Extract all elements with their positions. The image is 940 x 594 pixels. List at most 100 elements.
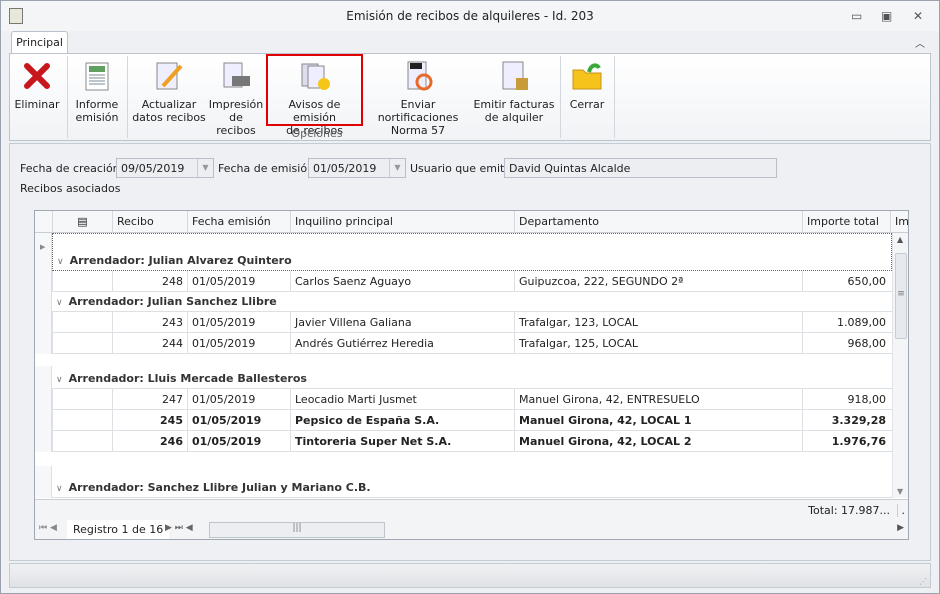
eliminar-button[interactable]: Eliminar <box>14 58 60 111</box>
row-indicator[interactable] <box>35 389 52 410</box>
row-indicator[interactable] <box>35 466 52 498</box>
label: datos recibos <box>132 111 206 124</box>
row-indicator[interactable] <box>35 431 52 452</box>
column-importe-total[interactable]: Importe total <box>802 211 890 233</box>
informe-emision-button[interactable]: Informe emisión <box>72 58 122 124</box>
row-indicator[interactable] <box>35 333 52 354</box>
scroll-right-icon[interactable]: ▶ <box>897 523 904 533</box>
usuario-label: Usuario que emite: <box>410 162 515 175</box>
collapse-ribbon-icon[interactable]: ︿ <box>915 35 925 50</box>
table-row[interactable]: 245 01/05/2019 Pepsico de España S.A. Manue… <box>35 410 892 431</box>
cell-inquilino: Tintoreria Super Net S.A. <box>290 431 514 452</box>
emitir-facturas-button[interactable]: Emitir facturas de alquiler <box>473 58 555 124</box>
group-row[interactable]: ∨ Arrendador: Julian Alvarez Quintero <box>52 233 892 271</box>
next-last-record-icons[interactable]: ▶ ⏭ ◀ <box>165 523 193 533</box>
cell-inquilino: Pepsico de España S.A. <box>290 410 514 431</box>
avisos-emision-button[interactable]: Avisos de emisión de recibos <box>266 54 363 137</box>
first-prev-record-icons[interactable]: ⏮ ◀ <box>39 523 57 533</box>
chevron-down-icon[interactable]: ∨ <box>56 298 63 308</box>
close-button[interactable]: ✕ <box>913 9 923 23</box>
dropdown-arrow-icon[interactable]: ▼ <box>389 159 405 177</box>
resize-grip-icon[interactable]: ⋰ <box>919 577 927 586</box>
column-icon-header[interactable]: ▤ <box>52 211 112 233</box>
cell-recibo: 244 <box>112 333 187 354</box>
row-indicator[interactable] <box>35 312 52 333</box>
table-row[interactable]: 244 01/05/2019 Andrés Gutiérrez Heredia Tra… <box>35 333 892 354</box>
total-summary: Total: 17.987... <box>808 504 890 517</box>
status-bar: ⋰ <box>9 563 931 588</box>
column-recibo[interactable]: Recibo <box>112 211 187 233</box>
cell-fecha: 01/05/2019 <box>187 431 290 452</box>
group-label-opciones: Opciones <box>291 127 343 140</box>
group-row[interactable]: ∨ Arrendador: Sanchez Llibre Julian y Mar… <box>52 466 892 498</box>
row-indicator[interactable] <box>35 289 52 312</box>
actualizar-datos-button[interactable]: Actualizar datos recibos <box>132 58 206 124</box>
dropdown-arrow-icon[interactable]: ▼ <box>197 159 213 177</box>
cell-recibo: 246 <box>112 431 187 452</box>
tab-principal[interactable]: Principal <box>11 31 68 54</box>
column-fecha-emision[interactable]: Fecha emisión <box>187 211 290 233</box>
recibos-grid[interactable]: ▤ Recibo Fecha emisión Inquilino princip… <box>34 210 909 540</box>
table-row[interactable]: 247 01/05/2019 Leocadio Marti Jusmet Manuel… <box>35 389 892 410</box>
label: emisión <box>75 111 119 124</box>
cell-recibo: 245 <box>112 410 187 431</box>
delete-x-icon <box>21 60 53 92</box>
cell <box>52 410 112 431</box>
cell-fecha: 01/05/2019 <box>187 389 290 410</box>
record-navigator: ⏮ ◀ Registro 1 de 16 ▶ ⏭ ◀ ||| ▶ <box>35 520 908 539</box>
usuario-field[interactable]: David Quintas Alcalde <box>504 158 777 178</box>
restore-button[interactable]: ▣ <box>881 9 892 23</box>
table-row[interactable]: 246 01/05/2019 Tintoreria Super Net S.A. Ma… <box>35 431 892 452</box>
fecha-creacion-label: Fecha de creación: <box>20 162 124 175</box>
cell <box>52 312 112 333</box>
alert-documents-icon <box>299 60 331 92</box>
cell-importe: 1.976,76 <box>802 431 890 452</box>
fecha-emision-label: Fecha de emisión: <box>218 162 318 175</box>
cell-depto: Trafalgar, 125, LOCAL <box>514 333 802 354</box>
enviar-notificaciones-button[interactable]: Enviar nortificaciones Norma 57 <box>365 58 471 137</box>
row-indicator[interactable]: ▶ <box>35 233 52 271</box>
group-row[interactable]: ∨ Arrendador: Lluis Mercade Ballesteros <box>52 366 892 389</box>
table-row[interactable]: 243 01/05/2019 Javier Villena Galiana Trafa… <box>35 312 892 333</box>
fecha-emision-field[interactable]: 01/05/2019 ▼ <box>308 158 406 178</box>
cell-inquilino: Andrés Gutiérrez Heredia <box>290 333 514 354</box>
invoice-coins-icon <box>498 60 530 92</box>
scroll-up-icon[interactable]: ▲ <box>897 235 903 244</box>
row-indicator[interactable] <box>35 410 52 431</box>
group-row[interactable]: ∨ Arrendador: Julian Sanchez Llibre <box>52 289 892 312</box>
folder-exit-icon <box>571 60 603 92</box>
column-departamento[interactable]: Departamento <box>514 211 802 233</box>
chevron-down-icon[interactable]: ∨ <box>57 257 64 267</box>
cell-importe: 918,00 <box>802 389 890 410</box>
grid-header: ▤ Recibo Fecha emisión Inquilino princip… <box>35 211 908 233</box>
label: de alquiler <box>484 111 544 124</box>
impresion-recibos-button[interactable]: Impresión de recibos <box>208 58 264 137</box>
edit-document-icon <box>153 60 185 92</box>
chevron-down-icon[interactable]: ∨ <box>56 484 63 494</box>
cell <box>52 431 112 452</box>
chevron-down-icon[interactable]: ∨ <box>56 375 63 385</box>
cell-depto: Manuel Girona, 42, LOCAL 1 <box>514 410 802 431</box>
column-inquilino[interactable]: Inquilino principal <box>290 211 514 233</box>
scroll-down-icon[interactable]: ▼ <box>897 487 903 496</box>
vertical-scrollbar[interactable]: ▲ ≡ ▼ <box>892 233 908 498</box>
total-extra: . <box>896 504 905 517</box>
cell-importe: 1.089,00 <box>802 312 890 333</box>
cerrar-button[interactable]: Cerrar <box>564 58 610 111</box>
label: de recibos <box>216 111 256 137</box>
scroll-thumb[interactable]: ≡ <box>895 253 907 339</box>
row-indicator[interactable] <box>35 366 52 389</box>
cell <box>52 389 112 410</box>
cell-inquilino: Leocadio Marti Jusmet <box>290 389 514 410</box>
main-panel: Fecha de creación: 09/05/2019 ▼ Fecha de … <box>9 143 931 561</box>
fecha-creacion-field[interactable]: 09/05/2019 ▼ <box>116 158 214 178</box>
label: Impresión <box>208 98 264 111</box>
column-imp[interactable]: Imp <box>890 211 908 233</box>
label: Enviar nortificaciones <box>377 98 459 124</box>
minimize-button[interactable]: ▭ <box>851 9 862 23</box>
report-icon <box>81 60 113 92</box>
value: 01/05/2019 <box>313 162 377 175</box>
horizontal-scroll-thumb[interactable]: ||| <box>209 522 385 538</box>
label: Actualizar <box>141 98 197 111</box>
group-title: Arrendador: Sanchez Llibre Julian y Mari… <box>68 481 371 494</box>
